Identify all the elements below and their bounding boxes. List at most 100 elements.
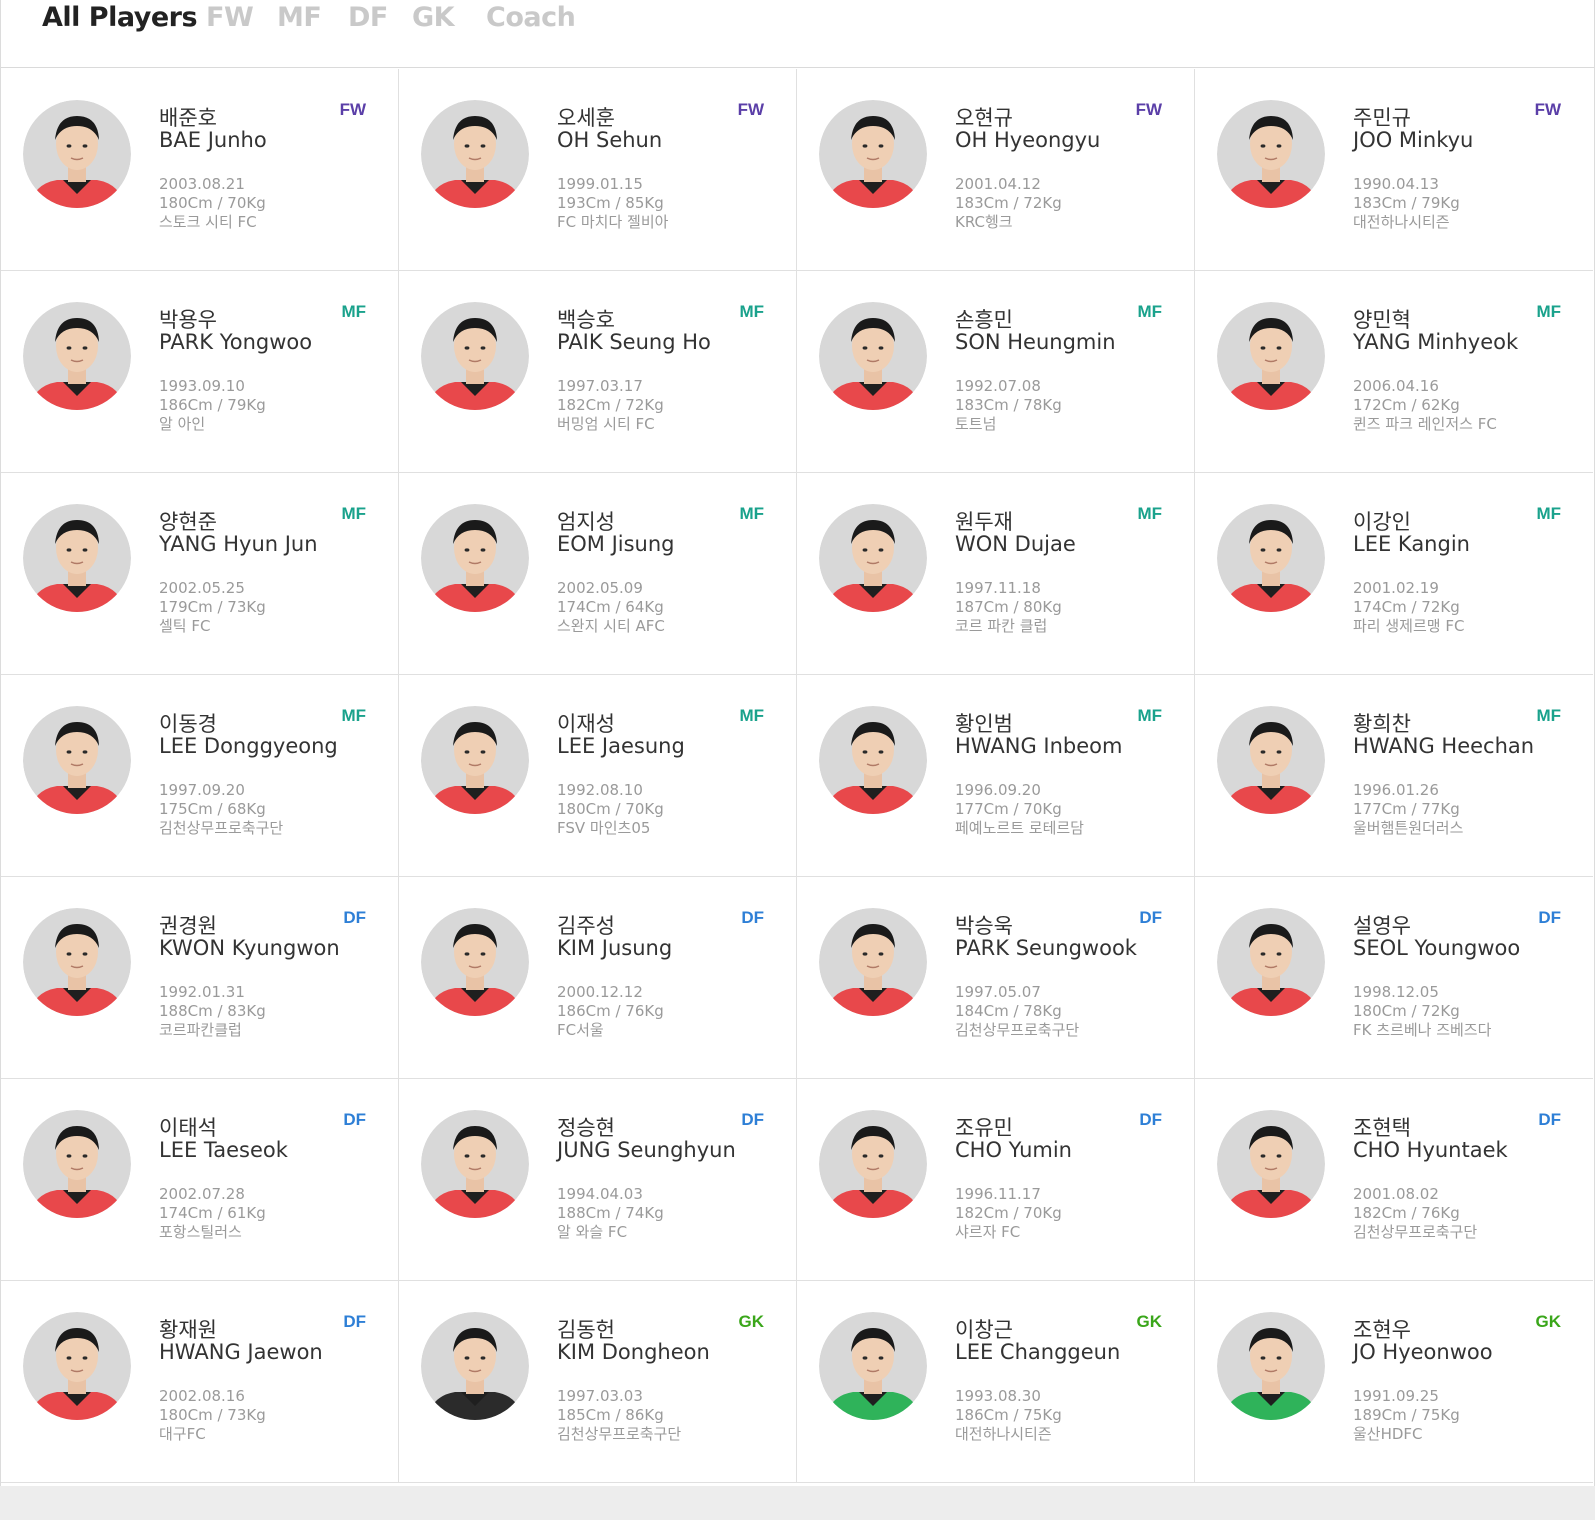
tab-df[interactable]: DF (348, 2, 388, 33)
player-name-english: KWON Kyungwon (159, 936, 340, 960)
birth-date: 1992.08.10 (557, 781, 643, 799)
position-badge: GK (1136, 1312, 1163, 1331)
height-weight: 193Cm / 85Kg (557, 194, 664, 212)
birth-date: 2002.07.28 (159, 1185, 245, 1203)
player-card[interactable]: 김동헌 KIM Dongheon GK 1997.03.03 185Cm / 86Kg 김… (399, 1281, 797, 1483)
position-badge: FW (1135, 100, 1162, 119)
player-card[interactable]: 황희찬 HWANG Heechan MF 1996.01.26 177Cm / 77Kg… (1195, 675, 1593, 877)
birth-date: 1990.04.13 (1353, 175, 1439, 193)
birth-date: 1992.01.31 (159, 983, 245, 1001)
player-name-english: PAIK Seung Ho (557, 330, 711, 354)
player-card[interactable]: 양민혁 YANG Minhyeok MF 2006.04.16 172Cm / 62Kg… (1195, 271, 1593, 473)
club-name: 샤르자 FC (955, 1223, 1021, 1241)
player-card[interactable]: 이창근 LEE Changgeun GK 1993.08.30 186Cm / 75Kg… (797, 1281, 1195, 1483)
player-name-english: CHO Hyuntaek (1353, 1138, 1508, 1162)
player-photo (23, 302, 131, 410)
position-badge: DF (1139, 1110, 1162, 1129)
player-card[interactable]: 이동경 LEE Donggyeong MF 1997.09.20 175Cm / 68K… (1, 675, 399, 877)
player-name-english: SON Heungmin (955, 330, 1116, 354)
player-name-english: WON Dujae (955, 532, 1076, 556)
player-card[interactable]: 오세훈 OH Sehun FW 1999.01.15 193Cm / 85Kg FC 마치… (399, 69, 797, 271)
height-weight: 182Cm / 70Kg (955, 1204, 1062, 1222)
club-name: 스토크 시티 FC (159, 213, 257, 231)
height-weight: 183Cm / 78Kg (955, 396, 1062, 414)
birth-date: 1997.03.17 (557, 377, 643, 395)
player-photo (1217, 1110, 1325, 1218)
birth-date: 2002.05.09 (557, 579, 643, 597)
player-name-english: LEE Jaesung (557, 734, 685, 758)
height-weight: 172Cm / 62Kg (1353, 396, 1460, 414)
player-card[interactable]: 황인범 HWANG Inbeom MF 1996.09.20 177Cm / 70Kg 페… (797, 675, 1195, 877)
player-name-english: LEE Taeseok (159, 1138, 288, 1162)
player-card[interactable]: 조현우 JO Hyeonwoo GK 1991.09.25 189Cm / 75Kg 울산… (1195, 1281, 1593, 1483)
birth-date: 1997.11.18 (955, 579, 1041, 597)
player-name-english: YANG Minhyeok (1353, 330, 1519, 354)
height-weight: 186Cm / 76Kg (557, 1002, 664, 1020)
player-card[interactable]: 이재성 LEE Jaesung MF 1992.08.10 180Cm / 70Kg FS… (399, 675, 797, 877)
birth-date: 2002.08.16 (159, 1387, 245, 1405)
height-weight: 186Cm / 75Kg (955, 1406, 1062, 1424)
player-card[interactable]: 백승호 PAIK Seung Ho MF 1997.03.17 182Cm / 72Kg… (399, 271, 797, 473)
player-card[interactable]: 김주성 KIM Jusung DF 2000.12.12 186Cm / 76Kg FC서… (399, 877, 797, 1079)
height-weight: 179Cm / 73Kg (159, 598, 266, 616)
player-name-english: EOM Jisung (557, 532, 675, 556)
player-card[interactable]: 박승욱 PARK Seungwook DF 1997.05.07 184Cm / 78K… (797, 877, 1195, 1079)
player-card[interactable]: 원두재 WON Dujae MF 1997.11.18 187Cm / 80Kg 코르 파… (797, 473, 1195, 675)
tab-coach[interactable]: Coach (486, 2, 576, 33)
player-card[interactable]: 조현택 CHO Hyuntaek DF 2001.08.02 182Cm / 76Kg 김… (1195, 1079, 1593, 1281)
player-card[interactable]: 양현준 YANG Hyun Jun MF 2002.05.25 179Cm / 73Kg… (1, 473, 399, 675)
club-name: 대구FC (159, 1425, 206, 1443)
player-photo (819, 302, 927, 410)
player-photo (23, 100, 131, 208)
height-weight: 180Cm / 70Kg (557, 800, 664, 818)
player-card[interactable]: 오현규 OH Hyeongyu FW 2001.04.12 183Cm / 72Kg KR… (797, 69, 1195, 271)
player-card[interactable]: 정승현 JUNG Seunghyun DF 1994.04.03 188Cm / 74K… (399, 1079, 797, 1281)
birth-date: 1999.01.15 (557, 175, 643, 193)
position-badge: MF (739, 706, 764, 725)
player-photo (421, 908, 529, 1016)
player-name-english: SEOL Youngwoo (1353, 936, 1521, 960)
player-card[interactable]: 주민규 JOO Minkyu FW 1990.04.13 183Cm / 79Kg 대전하… (1195, 69, 1593, 271)
birth-date: 1997.05.07 (955, 983, 1041, 1001)
height-weight: 188Cm / 83Kg (159, 1002, 266, 1020)
position-badge: MF (1536, 302, 1561, 321)
player-card[interactable]: 엄지성 EOM Jisung MF 2002.05.09 174Cm / 64Kg 스완지… (399, 473, 797, 675)
position-badge: DF (741, 908, 764, 927)
birth-date: 2000.12.12 (557, 983, 643, 1001)
club-name: 토트넘 (955, 415, 997, 433)
player-name-english: JO Hyeonwoo (1353, 1340, 1493, 1364)
player-name-english: BAE Junho (159, 128, 267, 152)
club-name: 코르파칸클럽 (159, 1021, 242, 1039)
tab-gk[interactable]: GK (412, 2, 455, 33)
club-name: 퀸즈 파크 레인저스 FC (1353, 415, 1497, 433)
height-weight: 180Cm / 72Kg (1353, 1002, 1460, 1020)
tab-mf[interactable]: MF (277, 2, 322, 33)
player-name-english: PARK Seungwook (955, 936, 1137, 960)
player-card[interactable]: 이태석 LEE Taeseok DF 2002.07.28 174Cm / 61Kg 포항… (1, 1079, 399, 1281)
height-weight: 177Cm / 70Kg (955, 800, 1062, 818)
player-card[interactable]: 배준호 BAE Junho FW 2003.08.21 180Cm / 70Kg 스토크 … (1, 69, 399, 271)
player-photo (819, 504, 927, 612)
position-badge: GK (738, 1312, 765, 1331)
player-card[interactable]: 박용우 PARK Yongwoo MF 1993.09.10 186Cm / 79Kg 알… (1, 271, 399, 473)
player-card[interactable]: 권경원 KWON Kyungwon DF 1992.01.31 188Cm / 83Kg… (1, 877, 399, 1079)
player-photo (23, 1312, 131, 1420)
height-weight: 186Cm / 79Kg (159, 396, 266, 414)
height-weight: 185Cm / 86Kg (557, 1406, 664, 1424)
club-name: 울산HDFC (1353, 1425, 1423, 1443)
club-name: 김천상무프로축구단 (159, 819, 284, 837)
position-badge: MF (739, 504, 764, 523)
player-card[interactable]: 설영우 SEOL Youngwoo DF 1998.12.05 180Cm / 72Kg… (1195, 877, 1593, 1079)
player-photo (421, 504, 529, 612)
player-card[interactable]: 손흥민 SON Heungmin MF 1992.07.08 183Cm / 78Kg 토… (797, 271, 1195, 473)
birth-date: 1991.09.25 (1353, 1387, 1439, 1405)
player-card[interactable]: 황재원 HWANG Jaewon DF 2002.08.16 180Cm / 73Kg 대… (1, 1281, 399, 1483)
position-badge: GK (1535, 1312, 1562, 1331)
player-card[interactable]: 이강인 LEE Kangin MF 2001.02.19 174Cm / 72Kg 파리 … (1195, 473, 1593, 675)
tab-all-players[interactable]: All Players (42, 2, 198, 33)
tab-fw[interactable]: FW (206, 2, 254, 33)
player-photo (1217, 1312, 1325, 1420)
club-name: 대전하나시티즌 (1353, 213, 1450, 231)
player-photo (819, 1312, 927, 1420)
player-card[interactable]: 조유민 CHO Yumin DF 1996.11.17 182Cm / 70Kg 샤르자 … (797, 1079, 1195, 1281)
